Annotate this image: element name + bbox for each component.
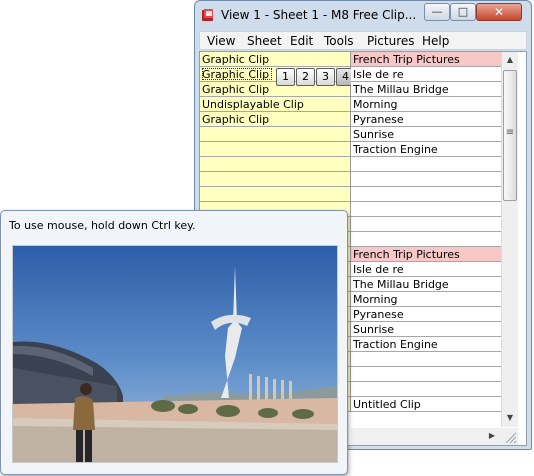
title-cell: Sunrise <box>353 128 395 141</box>
clip-row[interactable] <box>200 127 350 142</box>
clip-row[interactable]: Graphic Clip <box>200 112 350 127</box>
close-button[interactable]: ✕ <box>476 3 522 21</box>
clip-row[interactable] <box>200 157 350 172</box>
resize-grip[interactable] <box>501 428 518 445</box>
minimize-icon: — <box>431 5 443 18</box>
group-header-row[interactable]: French Trip Pictures <box>351 247 501 262</box>
title-row[interactable]: Traction Engine <box>351 337 501 352</box>
menu-sheet[interactable]: Sheet <box>247 34 282 48</box>
title-bar[interactable]: View 1 - Sheet 1 - M8 Free Clip... — □ ✕ <box>195 1 531 29</box>
title-row[interactable]: Traction Engine <box>351 142 501 157</box>
minimize-button[interactable]: — <box>424 3 450 21</box>
clip-cell: Graphic Clip <box>202 53 270 66</box>
title-column: French Trip Pictures Isle de re The Mill… <box>351 52 501 412</box>
maximize-button[interactable]: □ <box>450 3 476 21</box>
clip-cell: Graphic Clip <box>202 68 270 81</box>
scroll-down-icon[interactable]: ▼ <box>502 410 518 426</box>
clip-row[interactable]: Undisplayable Clip <box>200 97 350 112</box>
menu-help[interactable]: Help <box>422 34 449 48</box>
title-row[interactable] <box>351 157 501 172</box>
scroll-thumb[interactable]: ≡ <box>503 70 517 201</box>
ctrl-key-hint: To use mouse, hold down Ctrl key. <box>9 219 196 232</box>
menu-edit[interactable]: Edit <box>290 34 313 48</box>
title-cell: Traction Engine <box>353 143 438 156</box>
title-row[interactable]: Untitled Clip <box>351 397 501 412</box>
title-row[interactable]: Pyranese <box>351 112 501 127</box>
horizontal-scrollbar[interactable]: ▶ <box>351 428 501 445</box>
window-title: View 1 - Sheet 1 - M8 Free Clip... <box>221 8 417 22</box>
group-header-cell: French Trip Pictures <box>353 53 460 66</box>
clip-cell: Graphic Clip <box>202 83 270 96</box>
title-cell: The Millau Bridge <box>353 278 449 291</box>
title-cell: Morning <box>353 98 398 111</box>
sheet-tab-2[interactable]: 2 <box>296 68 315 86</box>
title-cell: Isle de re <box>353 68 404 81</box>
title-row[interactable]: Isle de re <box>351 67 501 82</box>
title-row[interactable] <box>351 382 501 397</box>
title-row[interactable]: Morning <box>351 97 501 112</box>
title-row[interactable] <box>351 187 501 202</box>
title-cell: Pyranese <box>353 113 404 126</box>
title-cell: The Millau Bridge <box>353 83 449 96</box>
group-header-row[interactable]: French Trip Pictures <box>351 52 501 67</box>
clip-cell: Graphic Clip <box>202 113 270 126</box>
title-row[interactable]: The Millau Bridge <box>351 82 501 97</box>
title-row[interactable] <box>351 172 501 187</box>
photo-image <box>13 246 337 462</box>
grip-icon: ≡ <box>505 127 515 138</box>
title-cell: Untitled Clip <box>353 398 421 411</box>
clip-row[interactable] <box>200 142 350 157</box>
picture-preview-popup: To use mouse, hold down Ctrl key. <box>0 210 348 475</box>
title-row[interactable] <box>351 232 501 247</box>
title-cell: Morning <box>353 293 398 306</box>
clip-row[interactable] <box>200 187 350 202</box>
preview-photo <box>12 245 338 463</box>
title-cell: Sunrise <box>353 323 395 336</box>
sheet-tab-3[interactable]: 3 <box>316 68 335 86</box>
menu-pictures[interactable]: Pictures <box>367 34 415 48</box>
title-cell: Traction Engine <box>353 338 438 351</box>
title-row[interactable] <box>351 217 501 232</box>
title-row[interactable]: Pyranese <box>351 307 501 322</box>
clip-cell: Undisplayable Clip <box>202 98 304 111</box>
menu-bar: View Sheet Edit Tools Pictures Help <box>199 31 527 50</box>
title-row[interactable]: The Millau Bridge <box>351 277 501 292</box>
sheet-tab-1[interactable]: 1 <box>276 68 295 86</box>
menu-tools[interactable]: Tools <box>324 34 354 48</box>
scroll-up-icon[interactable]: ▲ <box>502 52 518 68</box>
clip-row[interactable] <box>200 172 350 187</box>
maximize-icon: □ <box>457 5 469 18</box>
title-row[interactable] <box>351 202 501 217</box>
close-icon: ✕ <box>493 5 505 19</box>
title-row[interactable] <box>351 352 501 367</box>
title-row[interactable]: Morning <box>351 292 501 307</box>
title-row[interactable]: Isle de re <box>351 262 501 277</box>
group-header-cell: French Trip Pictures <box>353 248 460 261</box>
resize-grip-icon <box>505 432 517 444</box>
title-cell: Pyranese <box>353 308 404 321</box>
clip-row[interactable]: Graphic Clip <box>200 52 350 67</box>
title-row[interactable]: Sunrise <box>351 322 501 337</box>
app-icon <box>202 9 213 21</box>
scroll-right-icon[interactable]: ▶ <box>484 428 500 444</box>
menu-view[interactable]: View <box>207 34 235 48</box>
title-cell: Isle de re <box>353 263 404 276</box>
vertical-scrollbar[interactable]: ▲ ≡ ▼ <box>501 52 518 427</box>
title-row[interactable] <box>351 367 501 382</box>
title-row[interactable]: Sunrise <box>351 127 501 142</box>
